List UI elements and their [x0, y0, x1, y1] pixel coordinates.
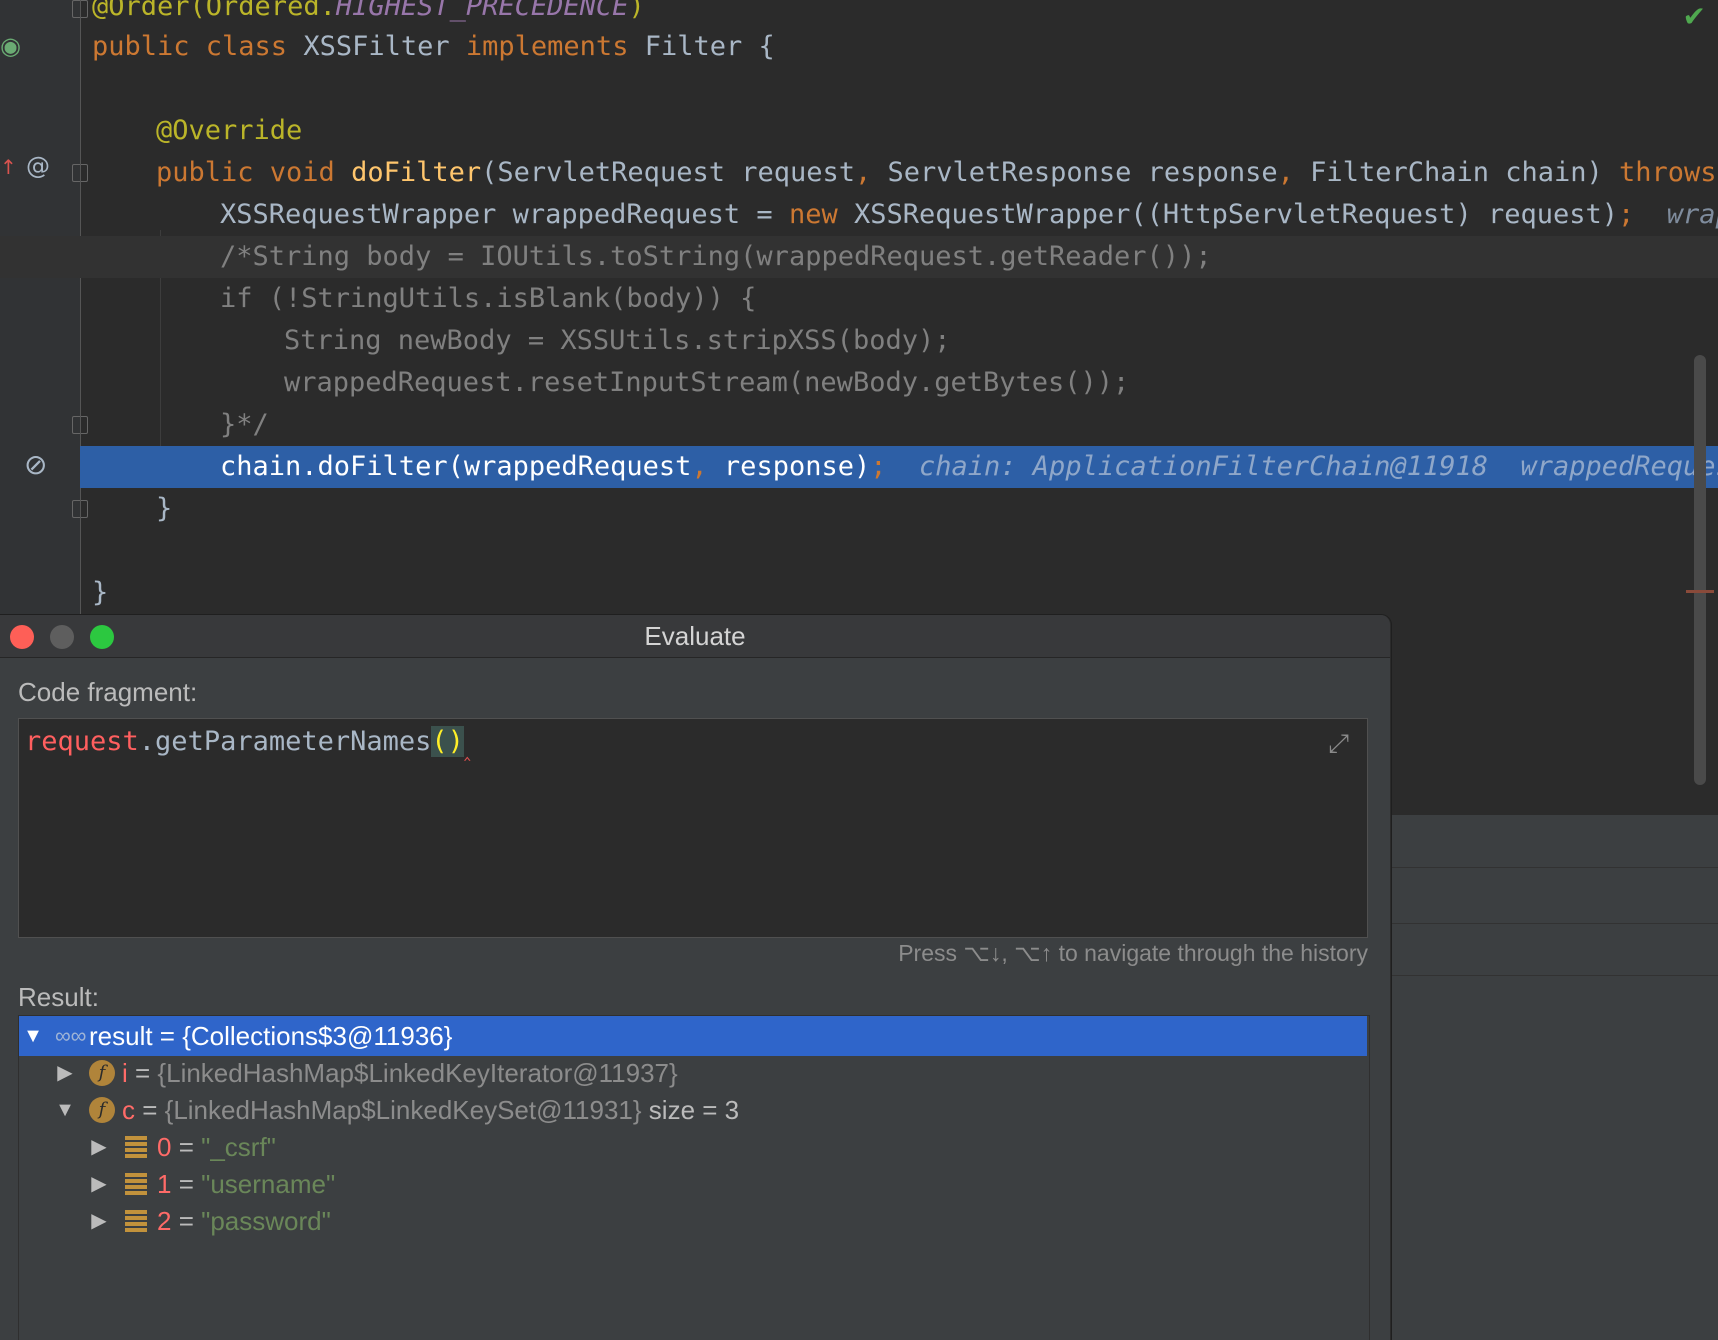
code-line-dofilter-signature[interactable]: public void doFilter(ServletRequest requ… — [0, 152, 1718, 194]
array-item-icon — [125, 1173, 147, 1195]
tree-row-field-i[interactable]: ▶ f i = {LinkedHashMap$LinkedKeyIterator… — [19, 1053, 1367, 1093]
expanded-arrow-icon[interactable]: ▼ — [55, 1090, 75, 1130]
code-line-comment[interactable]: if (!StringUtils.isBlank(body)) { — [0, 278, 1718, 320]
code-line-order[interactable]: @Order(Ordered.HIGHEST_PRECEDENCE) — [0, 0, 1718, 28]
tree-row-item[interactable]: ▶ 0 = "_csrf" — [19, 1127, 1367, 1167]
code-line-override[interactable]: @Override — [0, 110, 1718, 152]
tree-row-result[interactable]: ▼ ∞∞ result = {Collections$3@11936} — [19, 1016, 1367, 1056]
tree-row-item[interactable]: ▶ 2 = "password" — [19, 1201, 1367, 1241]
history-hint: Press ⌥↓, ⌥↑ to navigate through the his… — [898, 940, 1368, 966]
field-value: {LinkedHashMap$LinkedKeySet@11931} — [164, 1095, 642, 1125]
debugger-panel — [1390, 815, 1718, 1340]
array-item-icon — [125, 1210, 147, 1232]
tree-row-field-c[interactable]: ▼ f c = {LinkedHashMap$LinkedKeySet@1193… — [19, 1090, 1367, 1130]
collapsed-arrow-icon[interactable]: ▶ — [55, 1053, 75, 1093]
code-fragment-label: Code fragment: — [18, 677, 198, 707]
collapse-icon[interactable]: ⤢ — [1328, 729, 1349, 760]
inline-debug-value: wrapp — [1666, 199, 1718, 230]
code-line-comment[interactable]: String newBody = XSSUtils.stripXSS(body)… — [0, 320, 1718, 362]
code-line-comment-end[interactable]: }*/ — [0, 404, 1718, 446]
code-line-comment-start[interactable]: /*String body = IOUtils.toString(wrapped… — [0, 236, 1718, 278]
collapsed-arrow-icon[interactable]: ▶ — [89, 1201, 109, 1241]
result-text: result = {Collections$3@11936} — [89, 1021, 453, 1051]
field-value: {LinkedHashMap$LinkedKeyIterator@11937} — [157, 1058, 678, 1088]
code-line-class-decl[interactable]: public class XSSFilter implements Filter… — [0, 26, 1718, 68]
watch-glasses-icon: ∞∞ — [55, 1023, 87, 1048]
panel-row — [1390, 975, 1718, 976]
panel-row — [1390, 923, 1718, 924]
inspection-ok-icon[interactable]: ✔ — [1683, 0, 1706, 33]
code-line-wrapper[interactable]: XSSRequestWrapper wrappedRequest = new X… — [0, 194, 1718, 236]
code-object: request — [25, 726, 139, 757]
code-fragment-input[interactable]: request.getParameterNames()‸ ⤢ — [18, 718, 1368, 938]
collapsed-arrow-icon[interactable]: ▶ — [89, 1127, 109, 1167]
execution-point-line[interactable]: chain.doFilter(wrappedRequest, response)… — [80, 446, 1718, 488]
code-line-close-class[interactable]: } — [0, 572, 1718, 614]
code-line-comment[interactable]: wrappedRequest.resetInputStream(newBody.… — [0, 362, 1718, 404]
dialog-title: Evaluate — [644, 621, 746, 651]
field-name: c — [122, 1095, 135, 1125]
expanded-arrow-icon[interactable]: ▼ — [23, 1016, 43, 1056]
evaluate-dialog[interactable]: Evaluate Code fragment: request.getParam… — [0, 615, 1391, 1340]
error-squiggle: ‸ — [463, 737, 471, 761]
field-icon: f — [89, 1060, 115, 1086]
error-stripe-mark[interactable] — [1686, 590, 1714, 593]
dialog-titlebar[interactable]: Evaluate — [0, 615, 1390, 658]
inline-debug-value: chain: ApplicationFilterChain@11918 wrap… — [919, 451, 1718, 482]
result-tree[interactable]: ▼ ∞∞ result = {Collections$3@11936} ▶ f … — [18, 1015, 1370, 1340]
field-icon: f — [89, 1097, 115, 1123]
panel-row — [1390, 867, 1718, 868]
field-size: size = 3 — [641, 1095, 740, 1125]
code-method: .getParameterNames — [138, 726, 432, 757]
result-label: Result: — [18, 982, 99, 1012]
collapsed-arrow-icon[interactable]: ▶ — [89, 1164, 109, 1204]
editor-scrollbar[interactable] — [1694, 355, 1706, 785]
code-parens: () — [431, 726, 464, 757]
array-item-icon — [125, 1136, 147, 1158]
tree-row-item[interactable]: ▶ 1 = "username" — [19, 1164, 1367, 1204]
code-line-close-method[interactable]: } — [0, 488, 1718, 530]
